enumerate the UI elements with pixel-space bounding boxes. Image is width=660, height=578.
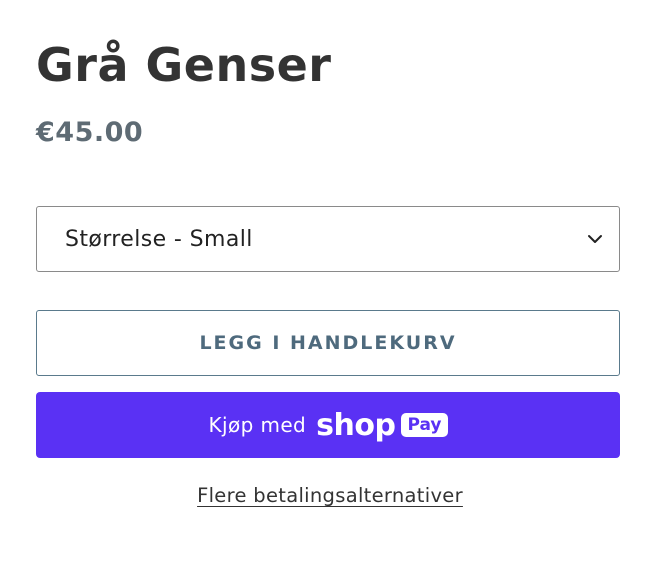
- product-title: Grå Genser: [36, 38, 332, 92]
- shop-pay-button[interactable]: Kjøp med shop Pay: [36, 392, 620, 458]
- more-payment-options-link[interactable]: Flere betalingsalternativer: [0, 484, 660, 507]
- shop-pay-prefix: Kjøp med: [208, 413, 307, 437]
- product-price: €45.00: [36, 117, 144, 148]
- shop-logo: shop: [316, 407, 396, 443]
- add-to-cart-button[interactable]: LEGG I HANDLEKURV: [36, 310, 620, 376]
- size-select[interactable]: Størrelse - Small: [36, 206, 620, 272]
- pay-badge: Pay: [401, 413, 448, 437]
- chevron-down-icon: [588, 235, 602, 243]
- add-to-cart-label: LEGG I HANDLEKURV: [199, 332, 457, 354]
- size-select-value: Størrelse - Small: [65, 226, 253, 252]
